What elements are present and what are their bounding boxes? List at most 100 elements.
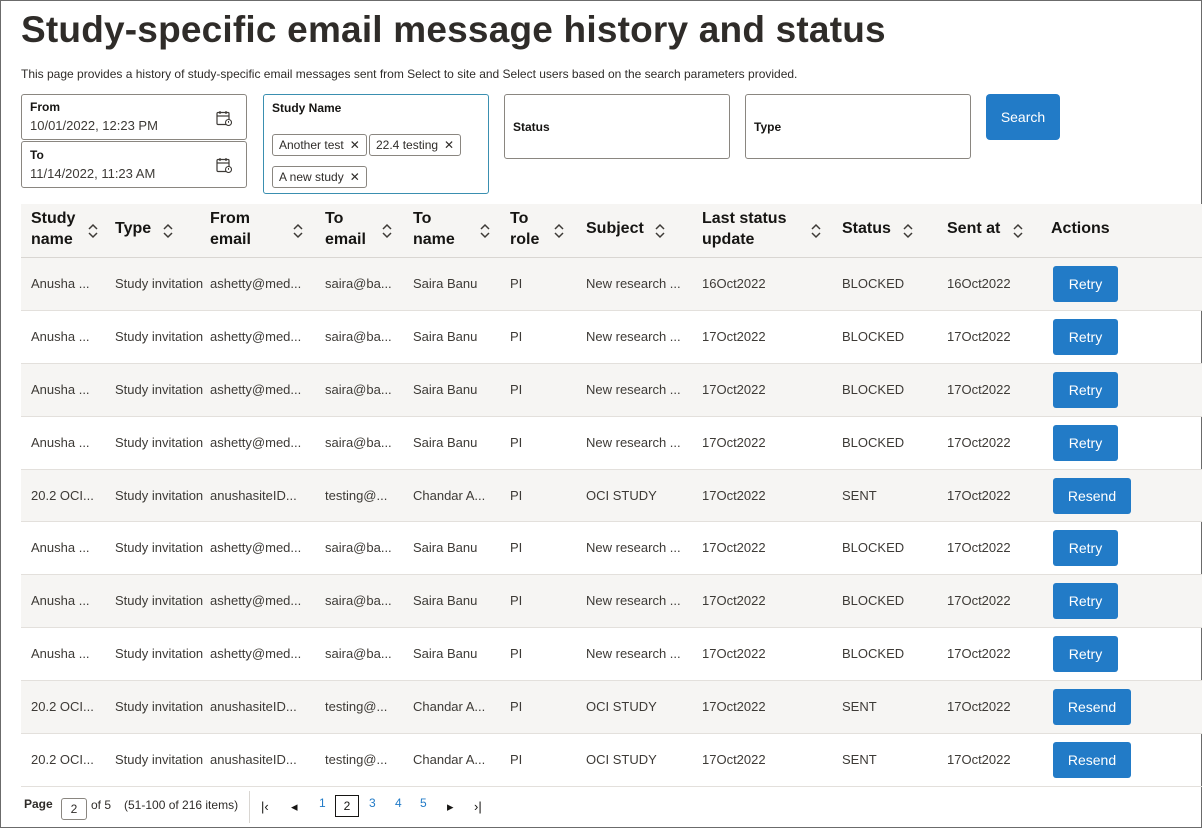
col-header-status[interactable]: Status: [842, 218, 891, 239]
sort-icon[interactable]: [162, 223, 174, 239]
cell-study-name: Anusha ...: [31, 646, 90, 662]
page-link-4[interactable]: 4: [395, 796, 402, 810]
page-description: This page provides a history of study-sp…: [21, 67, 798, 81]
cell-to-name: Chandar A...: [413, 699, 486, 715]
cell-study-name: Anusha ...: [31, 276, 90, 291]
calendar-icon[interactable]: [216, 110, 232, 126]
to-label: To: [30, 148, 44, 162]
previous-page-icon[interactable]: ◂: [291, 799, 298, 815]
sort-icon[interactable]: [292, 223, 304, 239]
cell-from-email: ashetty@med...: [210, 434, 302, 450]
col-header-to-email[interactable]: To email: [325, 208, 366, 250]
close-icon[interactable]: ✕: [444, 138, 454, 152]
cell-subject: OCI STUDY: [586, 487, 657, 503]
cell-from-email: anushasiteID...: [210, 487, 297, 503]
cell-type: Study invitation: [115, 381, 203, 397]
sort-icon[interactable]: [553, 223, 565, 239]
col-header-last-status-update[interactable]: Last status update: [702, 208, 786, 250]
study-name-field[interactable]: Study Name Another test ✕ 22.4 testing ✕ A…: [263, 94, 489, 194]
page-link-5[interactable]: 5: [420, 796, 427, 810]
search-button[interactable]: Search: [986, 94, 1060, 140]
sort-icon[interactable]: [381, 223, 393, 239]
cell-study-name: Anusha ...: [31, 328, 90, 344]
col-header-subject[interactable]: Subject: [586, 218, 644, 239]
sort-icon[interactable]: [654, 223, 666, 239]
cell-sent-at: 17Oct2022: [947, 593, 1011, 609]
col-header-label: To: [510, 210, 529, 227]
col-header-label: To: [325, 210, 344, 227]
first-page-icon[interactable]: |‹: [261, 799, 269, 814]
col-header-sent-at[interactable]: Sent at: [947, 218, 1000, 239]
retry-button[interactable]: Retry: [1053, 583, 1118, 620]
retry-button[interactable]: Retry: [1053, 318, 1118, 355]
cell-status: BLOCKED: [842, 434, 905, 450]
status-field[interactable]: Status: [504, 94, 730, 159]
cell-to-name: Chandar A...: [413, 752, 486, 768]
col-header-study-name[interactable]: Study name: [31, 208, 75, 250]
col-header-label-line2: role: [510, 231, 540, 248]
retry-button[interactable]: Retry: [1053, 530, 1118, 567]
retry-button[interactable]: Retry: [1053, 424, 1118, 461]
study-name-label: Study Name: [272, 101, 342, 115]
cell-sent-at: 17Oct2022: [947, 328, 1011, 344]
close-icon[interactable]: ✕: [350, 138, 360, 152]
table-header: Study name Type From email To email To name To rol…: [21, 204, 1202, 258]
col-header-type[interactable]: Type: [115, 218, 151, 239]
cell-to-name: Chandar A...: [413, 487, 486, 503]
cell-study-name: Anusha ...: [31, 540, 90, 556]
to-date-field[interactable]: To 11/14/2022, 11:23 AM: [21, 141, 247, 188]
cell-type: Study invitation: [115, 434, 203, 450]
page-link-1[interactable]: 1: [319, 796, 326, 810]
col-header-to-role[interactable]: To role: [510, 208, 539, 250]
pager-divider: [249, 791, 250, 823]
cell-to-role: PI: [510, 328, 523, 344]
calendar-icon[interactable]: [216, 157, 232, 173]
from-date-field[interactable]: From 10/01/2022, 12:23 PM: [21, 94, 247, 140]
sort-icon[interactable]: [810, 223, 822, 239]
col-header-actions: Actions: [1051, 218, 1110, 239]
col-header-from-email[interactable]: From email: [210, 208, 251, 250]
cell-from-email: ashetty@med...: [210, 328, 302, 344]
resend-button[interactable]: Resend: [1053, 477, 1131, 514]
table-row: 20.2 OCI... Study invitation anushasiteID.…: [21, 681, 1202, 735]
col-header-label: To: [413, 210, 432, 227]
cell-to-name: Saira Banu: [413, 381, 478, 397]
col-header-to-name[interactable]: To name: [413, 208, 455, 250]
page-link-current[interactable]: 2: [335, 795, 359, 817]
page-link-3[interactable]: 3: [369, 796, 376, 810]
retry-button[interactable]: Retry: [1053, 636, 1118, 673]
sort-icon[interactable]: [87, 223, 99, 239]
cell-from-email: ashetty@med...: [210, 593, 302, 609]
close-icon[interactable]: ✕: [350, 170, 360, 184]
retry-button[interactable]: Retry: [1053, 371, 1118, 408]
table-row: Anusha ... Study invitation ashetty@med...…: [21, 575, 1202, 629]
cell-last-status-update: 17Oct2022: [702, 487, 766, 503]
cell-to-name: Saira Banu: [413, 646, 478, 662]
cell-type: Study invitation: [115, 752, 203, 768]
cell-to-name: Saira Banu: [413, 328, 478, 344]
cell-to-role: PI: [510, 434, 523, 450]
resend-button[interactable]: Resend: [1053, 742, 1131, 779]
retry-button[interactable]: Retry: [1053, 266, 1118, 302]
table-row: 20.2 OCI... Study invitation anushasiteID.…: [21, 469, 1202, 523]
cell-from-email: anushasiteID...: [210, 699, 297, 715]
cell-last-status-update: 17Oct2022: [702, 646, 766, 662]
col-header-label-line2: name: [413, 231, 455, 248]
cell-sent-at: 17Oct2022: [947, 540, 1011, 556]
cell-sent-at: 17Oct2022: [947, 646, 1011, 662]
cell-from-email: ashetty@med...: [210, 646, 302, 662]
sort-icon[interactable]: [1012, 223, 1024, 239]
page-number-input[interactable]: 2: [61, 798, 87, 820]
cell-to-email: saira@ba...: [325, 328, 392, 344]
type-field[interactable]: Type: [745, 94, 971, 159]
table-row: Anusha ... Study invitation ashetty@med...…: [21, 311, 1202, 364]
last-page-icon[interactable]: ›|: [474, 799, 482, 814]
type-label: Type: [754, 120, 782, 134]
status-label: Status: [513, 120, 550, 134]
table-row: 20.2 OCI... Study invitation anushasiteID.…: [21, 734, 1202, 787]
cell-to-email: saira@ba...: [325, 540, 392, 556]
next-page-icon[interactable]: ▸: [447, 799, 454, 815]
sort-icon[interactable]: [479, 223, 491, 239]
resend-button[interactable]: Resend: [1053, 689, 1131, 726]
sort-icon[interactable]: [902, 223, 914, 239]
